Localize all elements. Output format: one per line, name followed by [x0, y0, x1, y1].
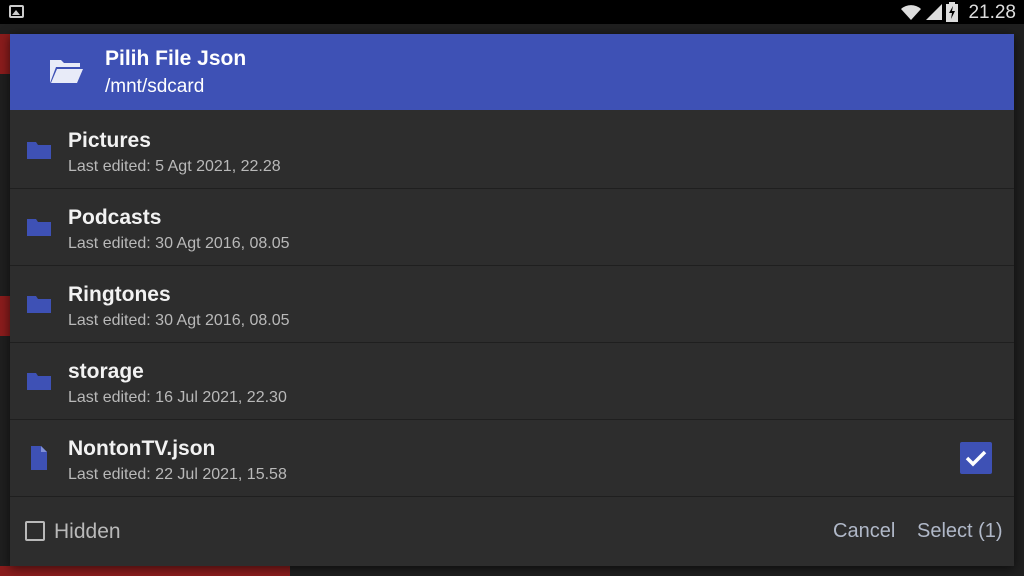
select-button[interactable]: Select (1) — [917, 520, 1003, 543]
folder-icon — [27, 142, 51, 159]
list-item[interactable]: NontonTV.json Last edited: 22 Jul 2021, … — [10, 420, 1014, 497]
item-name: Ringtones — [68, 283, 171, 306]
background-tab — [0, 566, 290, 576]
battery-charging-icon — [946, 2, 958, 22]
file-list: Pictures Last edited: 5 Agt 2021, 22.28 … — [10, 112, 1014, 497]
dialog-footer: Hidden Cancel Select (1) — [10, 502, 1014, 566]
status-bar: 21.28 — [0, 0, 1024, 24]
folder-icon — [27, 296, 51, 313]
list-item[interactable]: Podcasts Last edited: 30 Agt 2016, 08.05 — [10, 189, 1014, 266]
file-picker-dialog: Pilih File Json /mnt/sdcard Pictures Las… — [10, 34, 1014, 566]
dialog-header: Pilih File Json /mnt/sdcard — [10, 34, 1014, 110]
signal-icon — [926, 4, 942, 20]
status-icons — [900, 2, 958, 22]
file-icon — [31, 446, 47, 470]
item-name: NontonTV.json — [68, 437, 216, 460]
background-banner-2 — [0, 296, 10, 336]
item-meta: Last edited: 30 Agt 2016, 08.05 — [68, 235, 290, 252]
list-item[interactable]: Pictures Last edited: 5 Agt 2021, 22.28 — [10, 112, 1014, 189]
item-meta: Last edited: 22 Jul 2021, 15.58 — [68, 466, 287, 483]
item-name: Pictures — [68, 129, 151, 152]
background-banner — [0, 34, 10, 74]
folder-icon — [27, 219, 51, 236]
check-icon — [965, 450, 987, 467]
item-name: Podcasts — [68, 206, 162, 229]
folder-open-icon — [50, 60, 83, 83]
item-meta: Last edited: 16 Jul 2021, 22.30 — [68, 389, 287, 406]
list-item[interactable]: storage Last edited: 16 Jul 2021, 22.30 — [10, 343, 1014, 420]
current-path: /mnt/sdcard — [105, 76, 205, 97]
item-name: storage — [68, 360, 144, 383]
hidden-checkbox[interactable] — [25, 521, 45, 541]
list-item[interactable]: Ringtones Last edited: 30 Agt 2016, 08.0… — [10, 266, 1014, 343]
clock: 21.28 — [968, 2, 1016, 23]
image-icon — [9, 5, 24, 18]
dialog-title: Pilih File Json — [105, 47, 247, 70]
item-meta: Last edited: 5 Agt 2021, 22.28 — [68, 158, 281, 175]
wifi-icon — [901, 5, 921, 20]
cancel-button[interactable]: Cancel — [833, 520, 895, 543]
item-meta: Last edited: 30 Agt 2016, 08.05 — [68, 312, 290, 329]
item-checkbox[interactable] — [960, 442, 992, 474]
folder-icon — [27, 373, 51, 390]
hidden-label[interactable]: Hidden — [54, 520, 121, 544]
